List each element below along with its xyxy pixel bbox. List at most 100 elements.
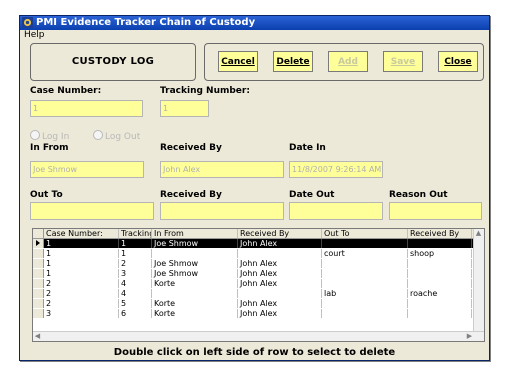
radio-indicator — [30, 130, 40, 140]
log-out-radio[interactable]: Log Out — [93, 130, 140, 142]
table-cell[interactable]: court — [322, 249, 408, 258]
log-in-label: Log In — [42, 132, 70, 142]
horizontal-scrollbar[interactable]: ◀ ▶ — [33, 331, 484, 341]
cancel-button[interactable]: Cancel — [218, 51, 258, 72]
table-cell[interactable]: 2 — [44, 289, 119, 298]
table-cell[interactable] — [408, 259, 472, 268]
table-cell[interactable]: 3 — [119, 269, 152, 278]
table-row[interactable]: 1 3 Joe Shmow John Alex — [33, 269, 484, 278]
table-cell[interactable]: shoop — [408, 249, 472, 258]
table-cell[interactable] — [322, 239, 408, 248]
column-header[interactable]: Out To — [322, 229, 408, 238]
table-cell[interactable]: 1 — [44, 239, 119, 248]
custody-grid[interactable]: Case Number: Tracking In From Received B… — [32, 228, 485, 342]
row-selector[interactable] — [33, 249, 44, 258]
table-cell[interactable] — [322, 259, 408, 268]
reason-out-field[interactable] — [389, 202, 482, 220]
table-cell[interactable]: Joe Shmow — [152, 259, 238, 268]
table-cell[interactable]: 5 — [119, 299, 152, 308]
table-cell[interactable]: John Alex — [238, 239, 322, 248]
date-in-field[interactable]: 11/8/2007 9:26:14 AM — [289, 161, 383, 178]
received-by-out-field[interactable] — [160, 202, 284, 220]
table-cell[interactable]: 1 — [119, 239, 152, 248]
case-number-field[interactable]: 1 — [30, 100, 143, 117]
row-selector[interactable] — [33, 239, 44, 248]
current-row-arrow-icon — [36, 240, 40, 246]
table-cell[interactable] — [152, 249, 238, 258]
table-cell[interactable] — [322, 269, 408, 278]
table-cell[interactable]: 4 — [119, 289, 152, 298]
table-cell[interactable]: John Alex — [238, 279, 322, 288]
row-selector[interactable] — [33, 289, 44, 298]
table-cell[interactable]: 1 — [44, 259, 119, 268]
table-cell[interactable] — [408, 309, 472, 318]
table-cell[interactable]: Korte — [152, 299, 238, 308]
table-cell[interactable]: 2 — [44, 299, 119, 308]
log-in-radio[interactable]: Log In — [30, 130, 69, 142]
column-header[interactable]: Received By — [238, 229, 322, 238]
table-row[interactable]: 3 6 Korte John Alex — [33, 309, 484, 318]
row-selector[interactable] — [33, 309, 44, 318]
table-row[interactable]: 2 4 Korte John Alex — [33, 279, 484, 288]
table-cell[interactable] — [408, 239, 472, 248]
menu-help[interactable]: Help — [24, 30, 45, 40]
save-button[interactable]: Save — [383, 51, 423, 72]
table-cell[interactable]: 1 — [44, 249, 119, 258]
scroll-left-arrow-icon[interactable]: ◀ — [33, 332, 42, 341]
table-cell[interactable] — [238, 249, 322, 258]
tracking-number-field[interactable]: 1 — [160, 100, 209, 117]
table-cell[interactable] — [408, 299, 472, 308]
table-cell[interactable] — [322, 299, 408, 308]
received-by-in-field[interactable]: John Alex — [160, 161, 284, 178]
delete-button[interactable]: Delete — [273, 51, 313, 72]
table-cell[interactable]: 6 — [119, 309, 152, 318]
table-cell[interactable]: lab — [322, 289, 408, 298]
table-row[interactable]: 1 1 court shoop — [33, 249, 484, 258]
table-cell[interactable] — [238, 289, 322, 298]
table-row[interactable]: 2 4 lab roache — [33, 289, 484, 298]
close-button[interactable]: Close — [438, 51, 478, 72]
table-cell[interactable]: Joe Shmow — [152, 239, 238, 248]
table-row[interactable]: 1 1 Joe Shmow John Alex — [33, 239, 484, 248]
scroll-right-arrow-icon[interactable]: ▶ — [465, 332, 474, 341]
table-cell[interactable]: 1 — [44, 269, 119, 278]
table-cell[interactable] — [322, 309, 408, 318]
table-row[interactable]: 1 2 Joe Shmow John Alex — [33, 259, 484, 268]
table-cell[interactable]: John Alex — [238, 269, 322, 278]
column-header[interactable]: Case Number: — [44, 229, 119, 238]
table-cell[interactable]: 2 — [119, 259, 152, 268]
in-from-label: In From — [30, 143, 69, 153]
table-cell[interactable] — [408, 269, 472, 278]
table-cell[interactable]: Joe Shmow — [152, 269, 238, 278]
row-selector[interactable] — [33, 299, 44, 308]
row-selector[interactable] — [33, 259, 44, 268]
table-cell[interactable] — [152, 289, 238, 298]
date-in-label: Date In — [289, 143, 326, 153]
table-row[interactable]: 2 5 Korte John Alex — [33, 299, 484, 308]
table-cell[interactable]: John Alex — [238, 259, 322, 268]
table-cell[interactable]: Korte — [152, 279, 238, 288]
table-cell[interactable]: 2 — [44, 279, 119, 288]
out-to-field[interactable] — [30, 202, 154, 220]
vertical-scrollbar[interactable]: ▲ — [473, 229, 484, 331]
in-from-field[interactable]: Joe Shmow — [30, 161, 144, 178]
add-button[interactable]: Add — [328, 51, 368, 72]
table-cell[interactable]: Korte — [152, 309, 238, 318]
table-cell[interactable]: John Alex — [238, 299, 322, 308]
date-out-field[interactable] — [289, 202, 383, 220]
title-bar[interactable]: PMI Evidence Tracker Chain of Custody — [20, 16, 489, 30]
column-header[interactable]: Received By — [408, 229, 472, 238]
column-header[interactable]: In From — [152, 229, 238, 238]
received-by-in-label: Received By — [160, 143, 222, 153]
table-cell[interactable]: 3 — [44, 309, 119, 318]
table-cell[interactable] — [408, 279, 472, 288]
table-cell[interactable]: roache — [408, 289, 472, 298]
scroll-up-arrow-icon[interactable]: ▲ — [474, 229, 483, 238]
row-selector[interactable] — [33, 269, 44, 278]
table-cell[interactable]: 4 — [119, 279, 152, 288]
column-header[interactable]: Tracking — [119, 229, 152, 238]
table-cell[interactable] — [322, 279, 408, 288]
table-cell[interactable]: John Alex — [238, 309, 322, 318]
row-selector[interactable] — [33, 279, 44, 288]
table-cell[interactable]: 1 — [119, 249, 152, 258]
